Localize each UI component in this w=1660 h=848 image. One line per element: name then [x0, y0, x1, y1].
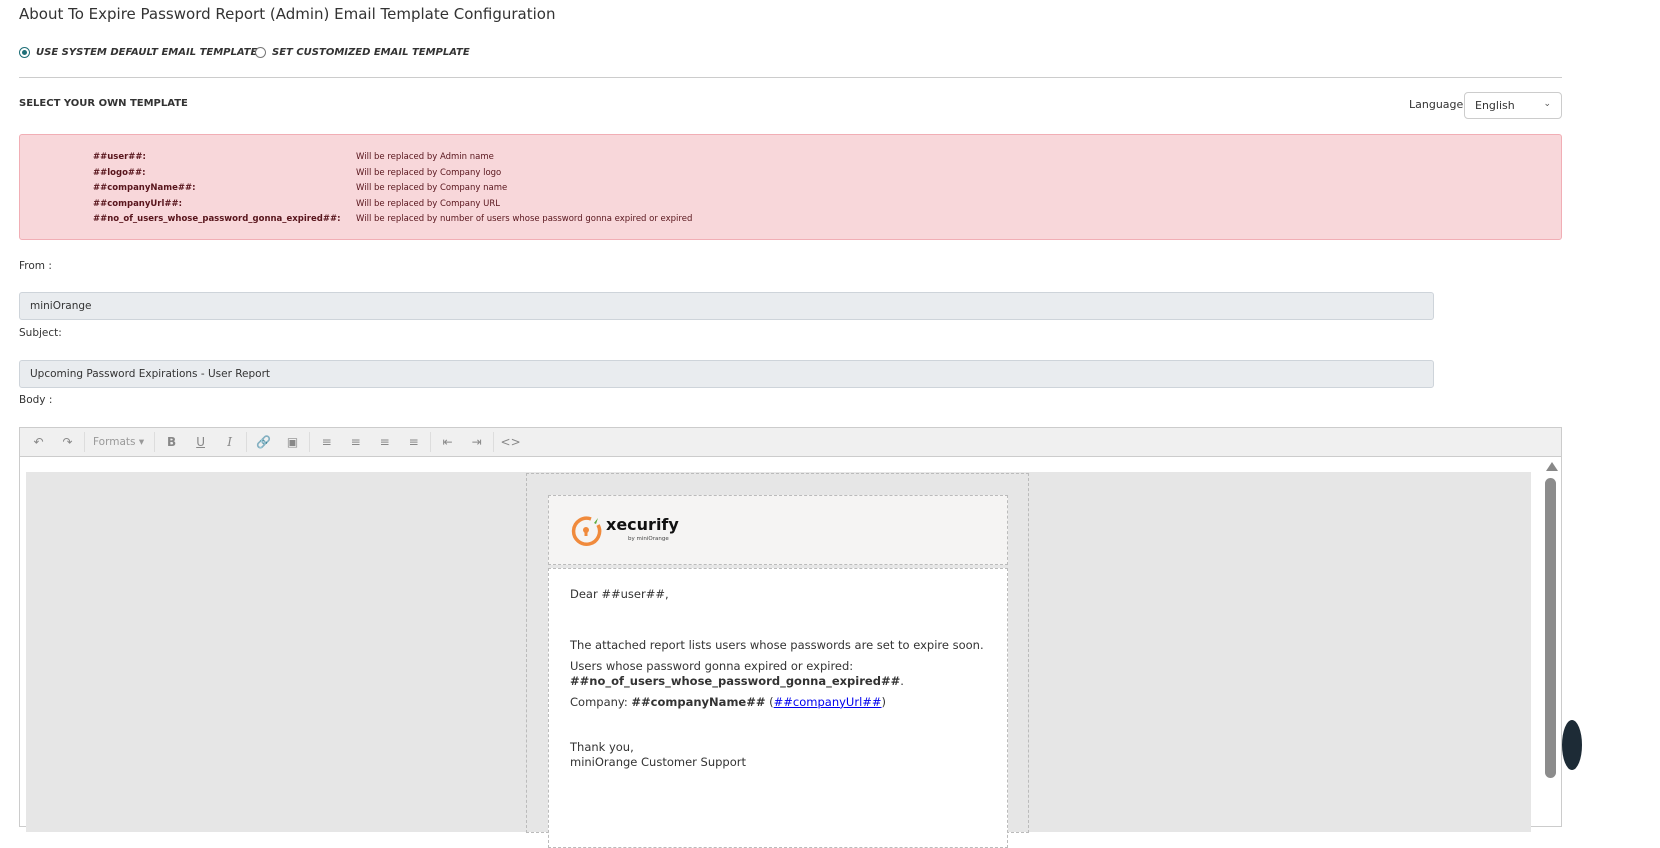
image-icon[interactable]: ▣	[278, 435, 307, 449]
body-label: Body :	[19, 394, 53, 406]
separator	[84, 432, 85, 452]
email-body: Dear ##user##, The attached report lists…	[548, 568, 1008, 848]
language-select[interactable]: English ⌄	[1464, 92, 1562, 119]
placeholder-desc: Will be replaced by Company logo	[356, 167, 502, 178]
from-label: From :	[19, 260, 52, 272]
email-container: xecurify by miniOrange Dear ##user##, Th…	[526, 473, 1029, 848]
company-label: Company:	[570, 694, 632, 709]
separator	[309, 432, 311, 452]
align-left-icon[interactable]: ≡	[312, 435, 341, 449]
users-count-placeholder: ##no_of_users_whose_password_gonna_expir…	[570, 673, 901, 688]
placeholder-row: ##no_of_users_whose_password_gonna_expir…	[93, 214, 692, 224]
subject-field[interactable]: Upcoming Password Expirations - User Rep…	[19, 360, 1434, 388]
radio-system-default[interactable]: USE SYSTEM DEFAULT EMAIL TEMPLATE	[19, 47, 257, 58]
placeholder-row: ##user##: Will be replaced by Admin name	[93, 152, 494, 162]
separator	[493, 432, 495, 452]
link-icon[interactable]: 🔗	[249, 435, 278, 449]
body-editor[interactable]: ↶ ↷ Formats ▾ B U I 🔗 ▣ ≡ ≡ ≡ ≡ ⇤ ⇥ <> x…	[19, 427, 1562, 848]
report-line: The attached report lists users whose pa…	[570, 637, 984, 652]
formats-label: Formats	[93, 436, 136, 448]
greeting: Dear ##user##,	[570, 587, 669, 601]
xecurify-logo-icon	[571, 516, 602, 546]
page-title: About To Expire Password Report (Admin) …	[19, 5, 556, 23]
scroll-up-icon[interactable]	[1546, 462, 1558, 471]
placeholder-key: ##no_of_users_whose_password_gonna_expir…	[93, 214, 341, 225]
from-field[interactable]: miniOrange	[19, 292, 1434, 320]
align-justify-icon[interactable]: ≡	[399, 435, 428, 449]
company-line: Company: ##companyName## (##companyUrl##…	[570, 694, 887, 709]
users-line: Users whose password gonna expired or ex…	[570, 658, 904, 688]
placeholder-info-box: ##user##: Will be replaced by Admin name …	[19, 134, 1562, 240]
editor-toolbar: ↶ ↷ Formats ▾ B U I 🔗 ▣ ≡ ≡ ≡ ≡ ⇤ ⇥ <>	[20, 428, 1561, 457]
radio-checked-icon[interactable]	[19, 47, 30, 58]
language-value: English	[1475, 99, 1515, 112]
section-title: SELECT YOUR OWN TEMPLATE	[19, 98, 188, 109]
placeholder-desc: Will be replaced by number of users whos…	[356, 214, 693, 225]
bold-icon[interactable]: B	[157, 435, 186, 449]
placeholder-desc: Will be replaced by Admin name	[356, 152, 494, 162]
email-header: xecurify by miniOrange	[548, 495, 1008, 565]
subject-label: Subject:	[19, 327, 62, 339]
radio-unchecked-icon[interactable]	[255, 47, 266, 58]
indent-icon[interactable]: ⇥	[462, 435, 491, 449]
radio-customized[interactable]: SET CUSTOMIZED EMAIL TEMPLATE	[255, 47, 470, 58]
users-label: Users whose password gonna expired or ex…	[570, 658, 854, 673]
placeholder-row: ##companyName##: Will be replaced by Comp…	[93, 183, 507, 193]
signature: miniOrange Customer Support	[570, 754, 747, 769]
separator	[430, 432, 432, 452]
align-right-icon[interactable]: ≡	[370, 435, 399, 449]
logo-subtext: by miniOrange	[628, 536, 669, 542]
divider	[19, 77, 1562, 78]
formats-dropdown[interactable]: Formats ▾	[87, 436, 152, 448]
placeholder-row: ##companyUrl##: Will be replaced by Compa…	[93, 199, 500, 209]
align-center-icon[interactable]: ≡	[341, 435, 370, 449]
placeholder-key: ##companyUrl##:	[93, 198, 183, 209]
language-label: Language	[1409, 98, 1464, 111]
underline-icon[interactable]: U	[186, 435, 215, 449]
undo-icon[interactable]: ↶	[24, 435, 53, 449]
company-url-link[interactable]: ##companyUrl##	[774, 695, 882, 709]
logo-text: xecurify	[606, 515, 679, 534]
radio-label: SET CUSTOMIZED EMAIL TEMPLATE	[272, 47, 470, 58]
radio-label: USE SYSTEM DEFAULT EMAIL TEMPLATE	[36, 47, 258, 58]
scrollbar[interactable]	[1545, 478, 1556, 778]
chevron-down-icon: ⌄	[1543, 99, 1551, 109]
outdent-icon[interactable]: ⇤	[433, 435, 462, 449]
company-name: ##companyName##	[631, 694, 766, 709]
placeholder-key: ##user##:	[93, 152, 146, 162]
editor-content[interactable]: xecurify by miniOrange Dear ##user##, Th…	[26, 472, 1531, 848]
source-code-icon[interactable]: <>	[496, 435, 525, 449]
thanks: Thank you,	[570, 739, 634, 754]
separator	[246, 432, 248, 452]
placeholder-key: ##companyName##:	[93, 183, 196, 194]
placeholder-key: ##logo##:	[93, 167, 146, 178]
placeholder-row: ##logo##: Will be replaced by Company log…	[93, 168, 501, 178]
redo-icon[interactable]: ↷	[53, 435, 82, 449]
chat-widget-button[interactable]	[1562, 720, 1582, 770]
placeholder-desc: Will be replaced by Company URL	[356, 198, 500, 209]
italic-icon[interactable]: I	[215, 435, 244, 449]
separator	[154, 432, 156, 452]
placeholder-desc: Will be replaced by Company name	[356, 183, 508, 194]
